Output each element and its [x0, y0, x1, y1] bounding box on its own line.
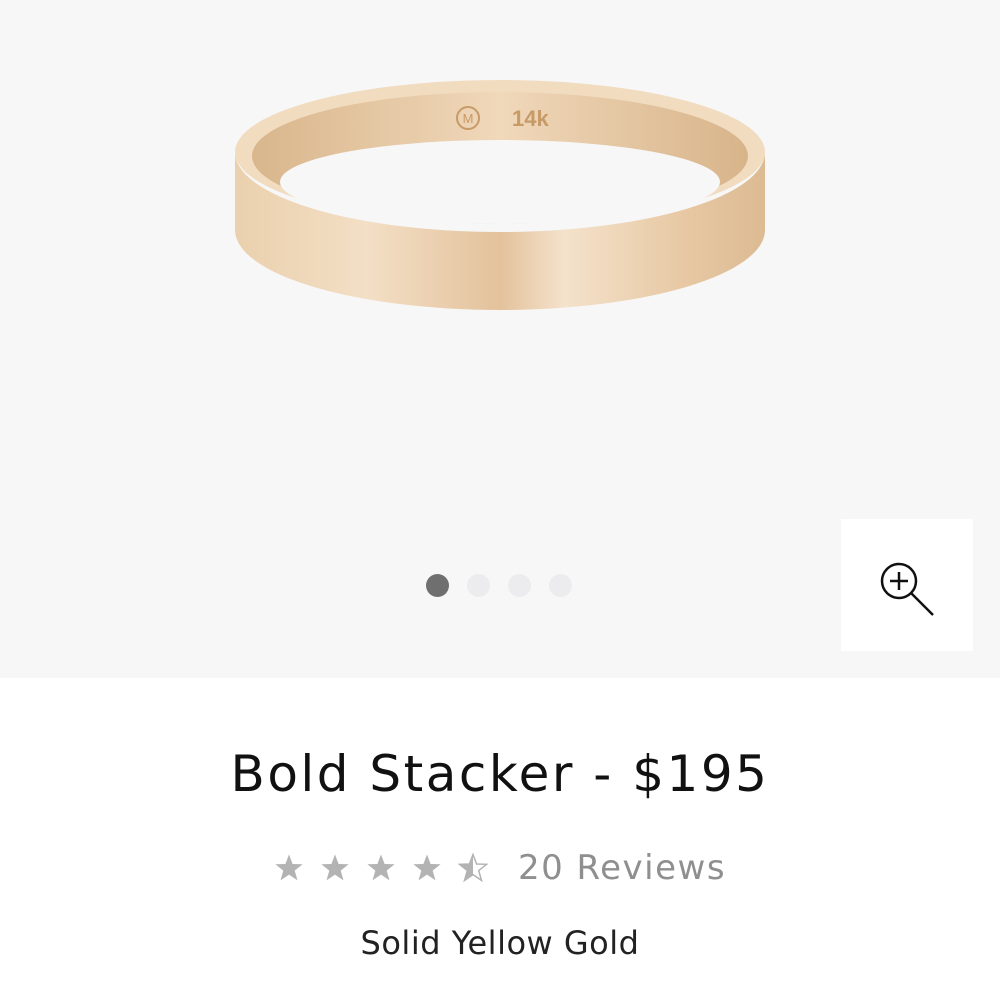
star-full-icon: [321, 854, 349, 881]
gallery-dot-2[interactable]: [467, 574, 490, 597]
zoom-button[interactable]: [841, 519, 973, 651]
rating-row: 20 Reviews: [0, 848, 1000, 888]
star-half-icon: [457, 853, 488, 883]
reviews-link[interactable]: 20 Reviews: [518, 848, 726, 888]
ring-engraving: M 14k: [456, 106, 549, 131]
star-full-icon: [275, 854, 303, 881]
gallery-dot-3[interactable]: [508, 574, 531, 597]
rating-stars: [274, 853, 488, 883]
engraving-logo: M: [463, 111, 474, 126]
star-full-icon: [367, 854, 395, 881]
engraving-karat: 14k: [512, 106, 549, 131]
star-full-icon: [413, 854, 441, 881]
product-title: Bold Stacker - $195: [230, 745, 770, 803]
gallery-dot-1[interactable]: [426, 574, 449, 597]
product-variant: Solid Yellow Gold: [360, 924, 640, 962]
product-image-gallery[interactable]: M 14k: [0, 0, 1000, 678]
zoom-in-icon: [880, 562, 934, 616]
gallery-pagination: [426, 574, 572, 597]
gallery-dot-4[interactable]: [549, 574, 572, 597]
